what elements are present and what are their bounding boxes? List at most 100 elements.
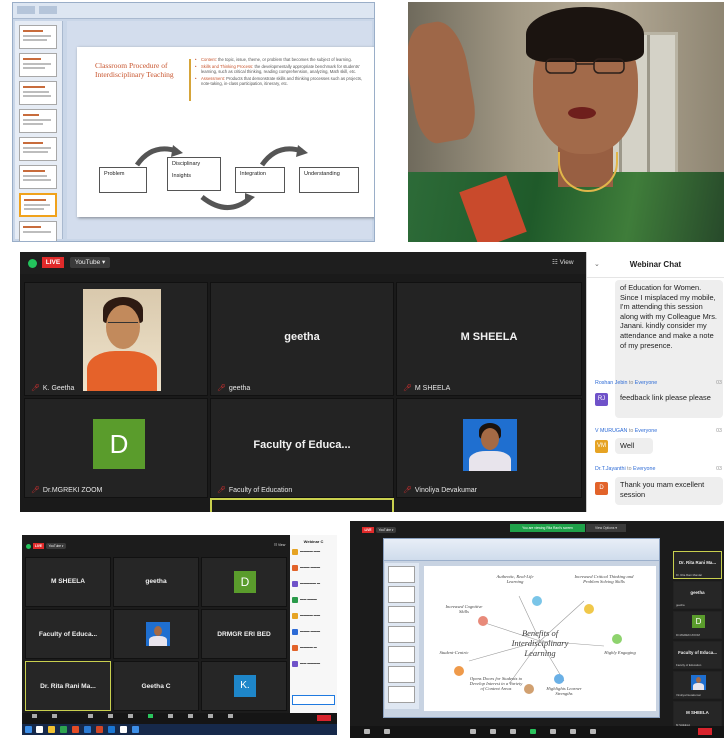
video-icon[interactable]: [46, 714, 62, 719]
start-icon[interactable]: [25, 726, 32, 733]
live-badge[interactable]: LIVE: [362, 527, 374, 533]
video-tile[interactable]: M SHEELA M SHEELA: [673, 701, 722, 729]
encryption-icon: [26, 544, 31, 549]
end-meeting-button[interactable]: [698, 728, 712, 735]
app-icon[interactable]: [132, 726, 139, 733]
youtube-stream-button[interactable]: YouTube ▾: [46, 543, 66, 549]
search-icon[interactable]: [36, 726, 43, 733]
video-icon[interactable]: [384, 729, 390, 734]
video-tile[interactable]: 🎤︎ Vinoliya Devakumar: [396, 398, 582, 498]
video-tile[interactable]: Faculty of Educa... 🎤︎ Faculty of Educati…: [210, 398, 394, 498]
sender-avatar: VM: [595, 440, 608, 453]
participants-icon[interactable]: [102, 714, 118, 719]
record-icon[interactable]: [162, 714, 178, 719]
chat-icon[interactable]: [510, 729, 516, 734]
youtube-stream-button[interactable]: YouTube ▾: [376, 527, 396, 533]
slide-thumbnail[interactable]: [19, 81, 57, 105]
chat-row: ▬▬▬ ▬▬▬: [292, 565, 335, 575]
slide-thumbnail[interactable]: [19, 221, 57, 241]
flow-box-problem: Problem: [99, 167, 147, 193]
video-tile[interactable]: geetha: [113, 557, 199, 607]
video-tile[interactable]: D: [201, 557, 287, 607]
benefit-item: Increased Cognitive Skills: [445, 604, 483, 615]
video-tile[interactable]: M SHEELA: [25, 557, 111, 607]
video-tile[interactable]: K.: [201, 661, 287, 711]
video-tile[interactable]: D Dr.MGREKI ZOOM: [673, 611, 722, 639]
more-icon[interactable]: [590, 729, 596, 734]
slide-thumbnail[interactable]: [19, 53, 57, 77]
video-tile[interactable]: M SHEELA 🎤︎ M SHEELA: [396, 282, 582, 396]
student-icon: [454, 666, 464, 676]
webinar-chat-panel: ⌄ Webinar Chat of Education for Women. S…: [586, 252, 724, 512]
security-icon[interactable]: [82, 714, 98, 719]
slide-thumbnail[interactable]: [19, 137, 57, 161]
end-meeting-button[interactable]: [317, 715, 331, 721]
ribbon: [384, 539, 659, 561]
video-tile[interactable]: geetha 🎤︎ geetha: [210, 282, 394, 396]
participant-name: Dr. Rita Rani Ma...: [678, 560, 717, 565]
video-tile-active[interactable]: Dr. Rita Rani Ma...: [25, 661, 111, 711]
live-badge[interactable]: LIVE: [42, 257, 64, 268]
more-icon[interactable]: [222, 714, 238, 719]
video-tile[interactable]: Faculty of Educa...: [25, 609, 111, 659]
strength-icon: [554, 674, 564, 684]
participant-name: M SHEELA: [50, 578, 86, 585]
slide-thumbnail-selected[interactable]: [19, 193, 57, 217]
mic-muted-icon: 🎤︎: [31, 487, 40, 494]
video-tile[interactable]: 🎤︎ K. Geetha: [24, 282, 208, 396]
participant-name: Faculty of Educa...: [678, 650, 717, 655]
live-badge[interactable]: LIVE: [33, 543, 44, 549]
zoom-icon[interactable]: [108, 726, 115, 733]
slide-thumbnail[interactable]: [19, 25, 57, 49]
youtube-stream-button[interactable]: YouTube ▾: [70, 257, 110, 268]
ribbon-tab[interactable]: [39, 6, 57, 14]
view-button[interactable]: ☷ View: [552, 258, 574, 266]
zoom-topbar: LIVE YouTube ▾ ☷ View: [20, 252, 586, 274]
reactions-icon[interactable]: [182, 714, 198, 719]
video-tile-active[interactable]: Dr. Rita Rani Ma... Dr. Rita Rani Mandal: [673, 551, 722, 579]
reactions-icon[interactable]: [570, 729, 576, 734]
app-icon[interactable]: [120, 726, 127, 733]
view-options-button[interactable]: View Options ▾: [586, 524, 626, 532]
word-icon[interactable]: [84, 726, 91, 733]
zoom-toolbar: [22, 713, 337, 724]
zoom-toolbar: [350, 726, 724, 738]
chat-input[interactable]: [292, 695, 335, 705]
video-tile[interactable]: geetha geetha: [673, 581, 722, 609]
video-tile[interactable]: DRMGR ERI BED: [201, 609, 287, 659]
video-tile[interactable]: D 🎤︎ Dr.MGREKI ZOOM: [24, 398, 208, 498]
video-tile[interactable]: Vinoliya Devakumar: [673, 671, 722, 699]
unmute-icon[interactable]: [26, 714, 42, 719]
share-screen-icon[interactable]: [530, 729, 536, 734]
chat-title: Webinar Chat: [587, 252, 724, 278]
share-screen-icon[interactable]: [142, 714, 158, 719]
chat-sender: V MURUGAN to Everyone: [595, 428, 658, 434]
shared-powerpoint: Benefits of Interdisciplinary Learning A…: [383, 538, 660, 718]
powerpoint-icon[interactable]: [96, 726, 103, 733]
ribbon-tab[interactable]: [17, 6, 35, 14]
video-tile[interactable]: [113, 609, 199, 659]
flow-box-understanding: Understanding: [299, 167, 359, 193]
video-tile[interactable]: Faculty of Educa... Faculty of Education: [673, 641, 722, 669]
chrome-icon[interactable]: [60, 726, 67, 733]
active-speaker-tile[interactable]: [210, 498, 394, 512]
sender-avatar: D: [595, 482, 608, 495]
slide-thumbnail[interactable]: [19, 109, 57, 133]
view-button[interactable]: ☷ View: [274, 543, 285, 547]
participants-icon[interactable]: [490, 729, 496, 734]
chat-message: Well: [615, 438, 653, 454]
participant-photo: [691, 675, 706, 690]
chat-icon[interactable]: [122, 714, 138, 719]
unmute-icon[interactable]: [364, 729, 370, 734]
participant-name: M SHEELA: [686, 710, 709, 715]
security-icon[interactable]: [470, 729, 476, 734]
bulb-icon: [532, 596, 542, 606]
apps-icon[interactable]: [202, 714, 218, 719]
file-explorer-icon[interactable]: [48, 726, 55, 733]
app-icon[interactable]: [72, 726, 79, 733]
video-tile[interactable]: Geetha C: [113, 661, 199, 711]
chat-row: ▬▬▬▬▬ ▬: [292, 581, 335, 591]
record-icon[interactable]: [550, 729, 556, 734]
participant-name: Dr. Rita Rani Ma...: [40, 683, 96, 690]
slide-thumbnail[interactable]: [19, 165, 57, 189]
